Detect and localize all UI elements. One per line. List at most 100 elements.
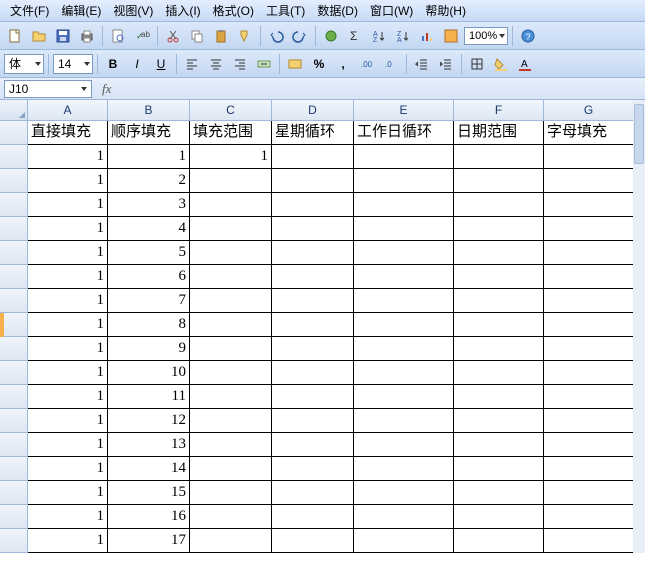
cell[interactable]: 14 (108, 457, 190, 481)
cell[interactable]: 15 (108, 481, 190, 505)
cell[interactable]: 9 (108, 337, 190, 361)
column-header-B[interactable]: B (108, 100, 190, 120)
cell[interactable]: 日期范围 (454, 121, 544, 145)
cell[interactable] (354, 529, 454, 553)
row-header[interactable] (0, 361, 28, 385)
cell[interactable] (190, 193, 272, 217)
cell[interactable] (544, 529, 634, 553)
increase-indent-icon[interactable] (435, 53, 457, 75)
cell[interactable] (272, 457, 354, 481)
cell[interactable] (454, 457, 544, 481)
align-right-icon[interactable] (229, 53, 251, 75)
open-icon[interactable] (28, 25, 50, 47)
cell[interactable]: 工作日循环 (354, 121, 454, 145)
menu-view[interactable]: 视图(V) (107, 0, 159, 21)
drawing-icon[interactable] (440, 25, 462, 47)
new-icon[interactable] (4, 25, 26, 47)
cell[interactable] (272, 289, 354, 313)
cell[interactable] (544, 505, 634, 529)
cell[interactable] (544, 313, 634, 337)
sort-asc-icon[interactable]: AZ (368, 25, 390, 47)
cell[interactable] (354, 433, 454, 457)
cell[interactable] (354, 241, 454, 265)
cell[interactable]: 16 (108, 505, 190, 529)
italic-button[interactable]: I (126, 53, 148, 75)
cell[interactable] (354, 385, 454, 409)
grid-rows[interactable]: 直接填充顺序填充填充范围星期循环工作日循环日期范围字母填充11112131415… (0, 121, 645, 553)
cell[interactable]: 2 (108, 169, 190, 193)
cell[interactable] (354, 313, 454, 337)
cell[interactable] (454, 529, 544, 553)
row-header[interactable] (0, 193, 28, 217)
cell[interactable]: 1 (28, 385, 108, 409)
fill-color-icon[interactable] (490, 53, 512, 75)
cell[interactable]: 顺序填充 (108, 121, 190, 145)
cell[interactable] (454, 337, 544, 361)
menu-file[interactable]: 文件(F) (4, 0, 55, 21)
spellcheck-icon[interactable]: ✓ab (131, 25, 153, 47)
cell[interactable] (544, 385, 634, 409)
currency-icon[interactable] (284, 53, 306, 75)
cell[interactable]: 星期循环 (272, 121, 354, 145)
column-header-F[interactable]: F (454, 100, 544, 120)
cell[interactable] (272, 337, 354, 361)
cell[interactable] (544, 217, 634, 241)
cell[interactable] (354, 145, 454, 169)
cell[interactable] (354, 169, 454, 193)
cell[interactable] (190, 505, 272, 529)
hyperlink-icon[interactable] (320, 25, 342, 47)
cell[interactable] (544, 169, 634, 193)
cell[interactable] (454, 481, 544, 505)
row-header[interactable] (0, 505, 28, 529)
decrease-indent-icon[interactable] (411, 53, 433, 75)
cell[interactable] (190, 169, 272, 193)
cell[interactable]: 6 (108, 265, 190, 289)
cell[interactable]: 1 (28, 457, 108, 481)
help-icon[interactable]: ? (517, 25, 539, 47)
cell[interactable]: 4 (108, 217, 190, 241)
cell[interactable]: 1 (28, 193, 108, 217)
cell[interactable]: 1 (28, 433, 108, 457)
cell[interactable] (190, 265, 272, 289)
menu-data[interactable]: 数据(D) (311, 0, 364, 21)
align-center-icon[interactable] (205, 53, 227, 75)
column-header-G[interactable]: G (544, 100, 634, 120)
cell[interactable] (272, 409, 354, 433)
cell[interactable] (454, 241, 544, 265)
cell[interactable]: 1 (28, 217, 108, 241)
paste-icon[interactable] (210, 25, 232, 47)
format-painter-icon[interactable] (234, 25, 256, 47)
cell[interactable]: 5 (108, 241, 190, 265)
column-header-C[interactable]: C (190, 100, 272, 120)
select-all-corner[interactable] (0, 100, 28, 120)
row-header[interactable] (0, 289, 28, 313)
cell[interactable] (354, 217, 454, 241)
cell[interactable]: 1 (28, 505, 108, 529)
cell[interactable] (454, 433, 544, 457)
redo-icon[interactable] (289, 25, 311, 47)
cell[interactable] (454, 193, 544, 217)
cell[interactable]: 1 (28, 313, 108, 337)
cell[interactable] (190, 337, 272, 361)
cell[interactable]: 10 (108, 361, 190, 385)
merge-cells-icon[interactable] (253, 53, 275, 75)
cut-icon[interactable] (162, 25, 184, 47)
cell[interactable] (454, 217, 544, 241)
copy-icon[interactable] (186, 25, 208, 47)
row-header[interactable] (0, 337, 28, 361)
menu-insert[interactable]: 插入(I) (159, 0, 206, 21)
cell[interactable]: 8 (108, 313, 190, 337)
cell[interactable] (354, 457, 454, 481)
cell[interactable] (272, 193, 354, 217)
cell[interactable] (272, 385, 354, 409)
cell[interactable] (190, 385, 272, 409)
sort-desc-icon[interactable]: ZA (392, 25, 414, 47)
cell[interactable] (544, 361, 634, 385)
percent-icon[interactable]: % (308, 53, 330, 75)
cell[interactable] (454, 265, 544, 289)
row-header[interactable] (0, 265, 28, 289)
chart-icon[interactable] (416, 25, 438, 47)
decrease-decimal-icon[interactable]: .0 (380, 53, 402, 75)
cell[interactable]: 1 (28, 481, 108, 505)
row-header[interactable] (0, 409, 28, 433)
